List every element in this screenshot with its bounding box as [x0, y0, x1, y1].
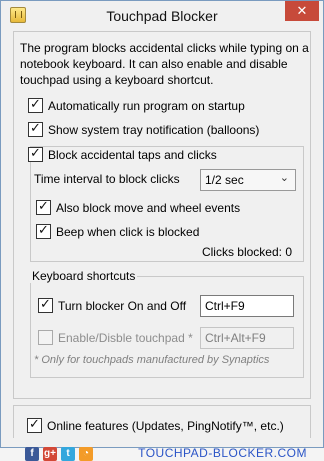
main-content: The program blocks accidental clicks whi…: [9, 31, 315, 461]
beep-check[interactable]: [36, 222, 51, 239]
autostart-checkbox[interactable]: Automatically run program on startup: [28, 96, 245, 113]
beep-checkbox[interactable]: Beep when click is blocked: [36, 222, 200, 239]
turn-on-off-check[interactable]: [38, 296, 53, 313]
title-bar: Touchpad Blocker ✕: [1, 1, 323, 29]
tray-notification-checkbox[interactable]: Show system tray notification (balloons): [28, 120, 260, 137]
window-title: Touchpad Blocker: [106, 8, 218, 24]
social-links: f g+ t ◔: [25, 447, 93, 461]
clicks-blocked-counter: Clicks blocked: 0: [201, 245, 292, 259]
interval-label: Time interval to block clicks: [34, 172, 180, 186]
website-link[interactable]: TOUCHPAD-BLOCKER.COM: [138, 446, 307, 460]
description-text: The program blocks accidental clicks whi…: [20, 41, 309, 87]
turn-on-off-checkbox[interactable]: Turn blocker On and Off: [38, 296, 187, 313]
facebook-icon[interactable]: f: [25, 447, 39, 461]
interval-select[interactable]: 1/2 sec ⌄: [200, 169, 296, 191]
online-features-label: Online features (Updates, PingNotify™, e…: [47, 418, 284, 433]
autostart-check[interactable]: [28, 96, 43, 113]
tray-notification-label: Show system tray notification (balloons): [48, 122, 260, 137]
block-move-check[interactable]: [36, 198, 51, 215]
block-taps-check[interactable]: [28, 145, 43, 162]
turn-on-off-shortcut-value: Ctrl+F9: [205, 299, 245, 313]
enable-disable-label: Enable/Disble touchpad *: [58, 330, 193, 345]
beep-label: Beep when click is blocked: [56, 224, 200, 239]
online-features-check[interactable]: [27, 416, 42, 433]
app-window: Touchpad Blocker ✕ The program blocks ac…: [0, 0, 324, 461]
block-move-label: Also block move and wheel events: [56, 200, 241, 215]
block-move-checkbox[interactable]: Also block move and wheel events: [36, 198, 241, 215]
enable-disable-check[interactable]: [38, 330, 53, 345]
google-plus-icon[interactable]: g+: [43, 447, 57, 461]
keyboard-shortcuts-title: Keyboard shortcuts: [30, 269, 138, 283]
rss-icon[interactable]: ◔: [79, 447, 93, 461]
block-taps-label: Block accidental taps and clicks: [48, 147, 217, 162]
enable-disable-checkbox[interactable]: Enable/Disble touchpad *: [38, 330, 193, 345]
enable-disable-shortcut-value: Ctrl+Alt+F9: [205, 331, 266, 345]
settings-panel: The program blocks accidental clicks whi…: [13, 31, 311, 399]
tray-notification-check[interactable]: [28, 120, 43, 137]
turn-on-off-shortcut-input[interactable]: Ctrl+F9: [200, 295, 294, 317]
close-button[interactable]: ✕: [285, 1, 319, 21]
turn-on-off-label: Turn blocker On and Off: [58, 298, 187, 313]
interval-value: 1/2 sec: [205, 173, 244, 187]
online-features-checkbox[interactable]: Online features (Updates, PingNotify™, e…: [27, 416, 284, 433]
synaptics-footnote: * Only for touchpads manufactured by Syn…: [34, 354, 270, 366]
twitter-icon[interactable]: t: [61, 447, 75, 461]
autostart-label: Automatically run program on startup: [48, 98, 245, 113]
chevron-down-icon: ⌄: [279, 172, 289, 184]
enable-disable-shortcut-input[interactable]: Ctrl+Alt+F9: [200, 327, 294, 349]
block-taps-checkbox[interactable]: Block accidental taps and clicks: [28, 145, 217, 162]
